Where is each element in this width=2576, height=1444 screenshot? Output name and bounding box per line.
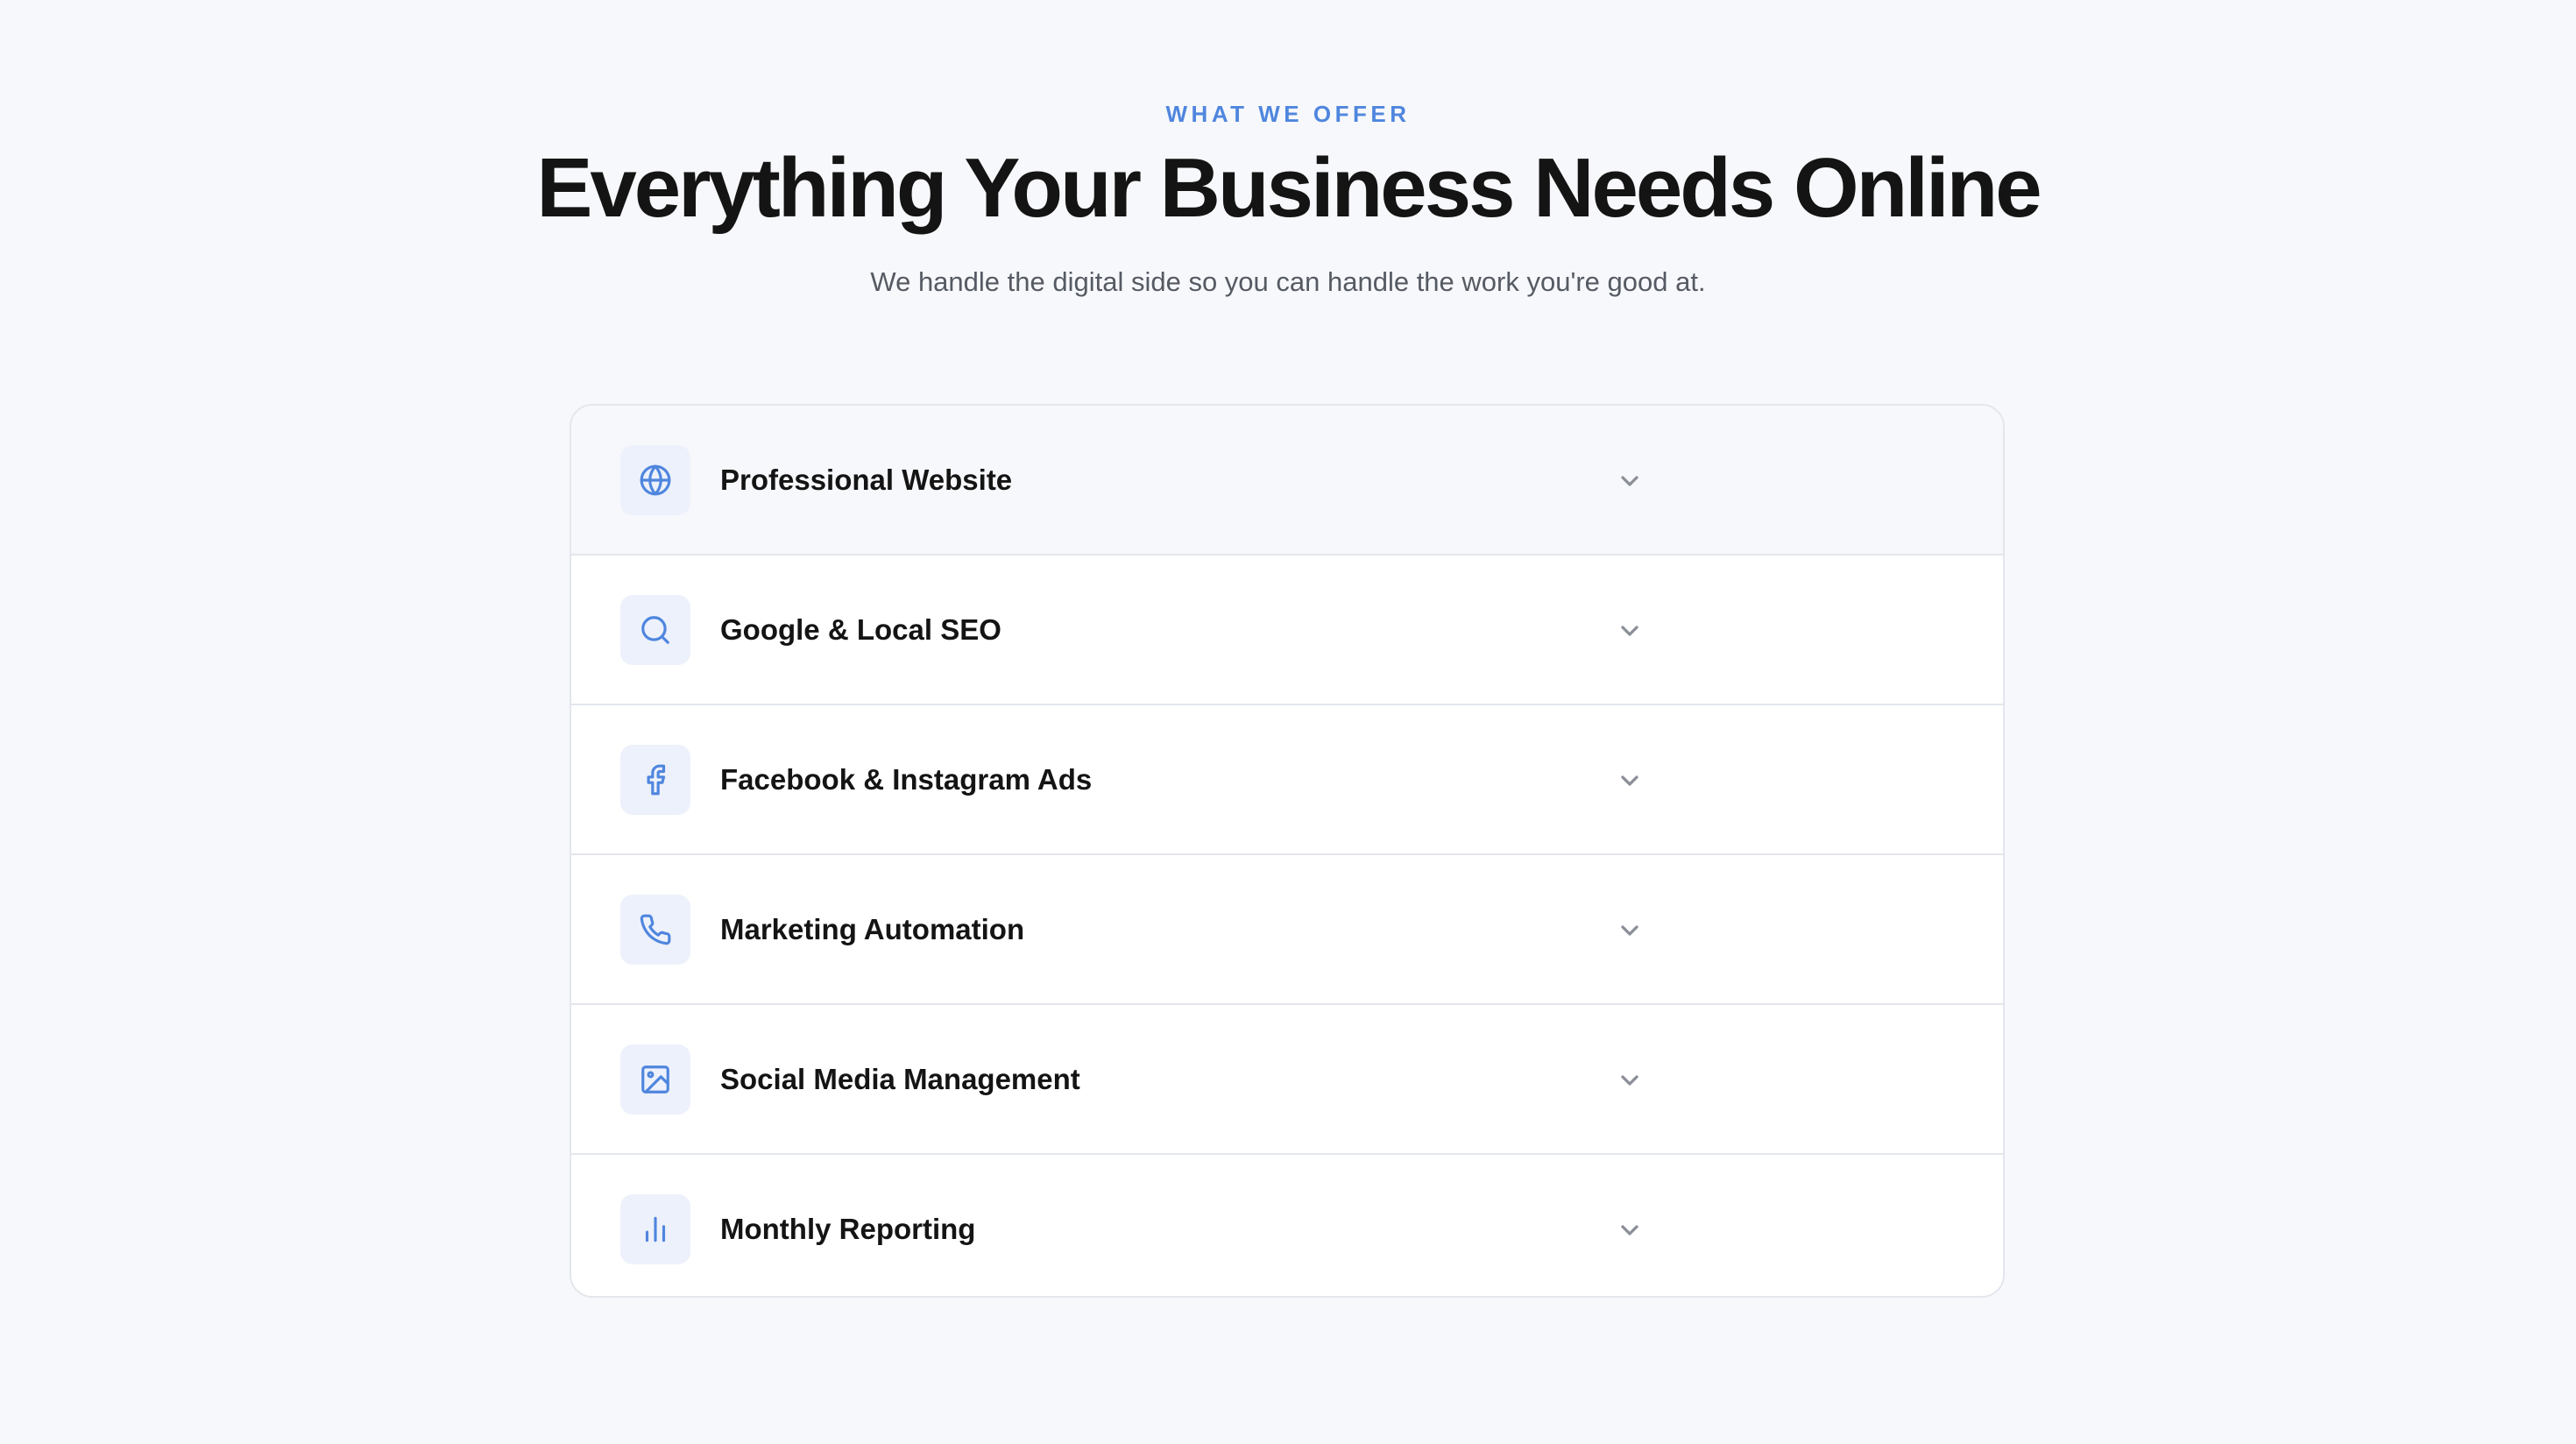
chevron-down-icon: [1616, 1066, 1644, 1094]
image-icon: [620, 1044, 690, 1115]
accordion-item-google-local-seo[interactable]: Google & Local SEO: [571, 556, 2003, 705]
accordion-item-marketing-automation[interactable]: Marketing Automation: [571, 855, 2003, 1005]
section-subtitle: We handle the digital side so you can ha…: [870, 266, 1706, 297]
chevron-down-icon: [1616, 467, 1644, 495]
accordion-item-professional-website[interactable]: Professional Website: [571, 406, 2003, 556]
services-accordion: Professional Website Google & Local SEO …: [570, 404, 2005, 1298]
accordion-item-monthly-reporting[interactable]: Monthly Reporting: [571, 1155, 2003, 1296]
accordion-item-label: Professional Website: [720, 464, 1013, 496]
chevron-down-icon: [1616, 1216, 1644, 1244]
accordion-item-social-media-management[interactable]: Social Media Management: [571, 1005, 2003, 1155]
section-eyebrow: WHAT WE OFFER: [1165, 101, 1411, 127]
facebook-icon: [620, 745, 690, 815]
phone-icon: [620, 895, 690, 965]
accordion-item-label: Google & Local SEO: [720, 613, 1001, 646]
bar-chart-icon: [620, 1194, 690, 1264]
search-icon: [620, 595, 690, 665]
chevron-down-icon: [1616, 767, 1644, 795]
accordion-item-label: Marketing Automation: [720, 913, 1025, 945]
accordion-item-label: Facebook & Instagram Ads: [720, 763, 1093, 796]
accordion-item-facebook-instagram-ads[interactable]: Facebook & Instagram Ads: [571, 705, 2003, 855]
chevron-down-icon: [1616, 917, 1644, 945]
accordion-item-label: Social Media Management: [720, 1063, 1080, 1095]
section-title: Everything Your Business Needs Online: [536, 141, 2042, 235]
globe-icon: [620, 445, 690, 515]
accordion-item-label: Monthly Reporting: [720, 1213, 976, 1245]
chevron-down-icon: [1616, 617, 1644, 645]
services-section: WHAT WE OFFER Everything Your Business N…: [0, 0, 2576, 1444]
